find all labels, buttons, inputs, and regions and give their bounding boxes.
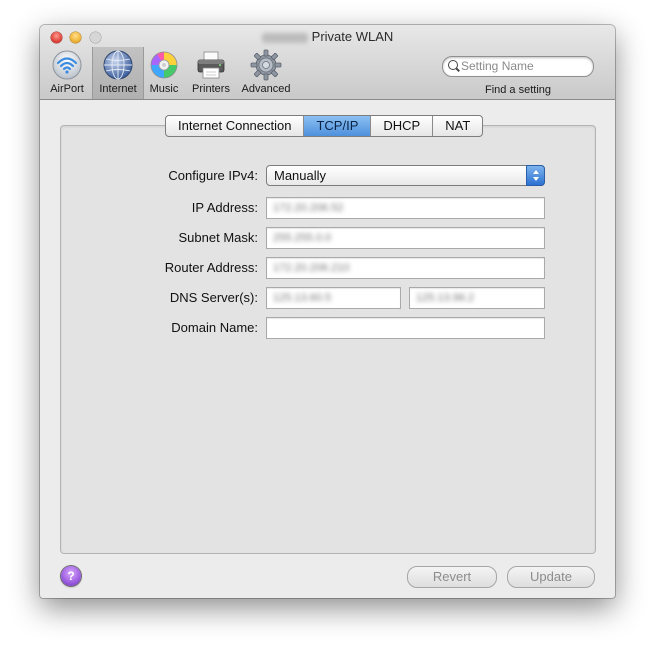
setting-search-field[interactable] [442,56,594,77]
blurred-owner-name [261,32,308,43]
dns-server-value-1: 125.13.60.5 [273,292,332,304]
tab-bar: Internet Connection TCP/IP DHCP NAT [165,115,484,137]
window-title: Private WLAN [311,29,394,44]
router-address-label: Router Address: [164,260,258,275]
tab-internet-connection[interactable]: Internet Connection [166,116,303,136]
tcpip-panel [60,125,596,554]
toolbar-item-airport[interactable]: AirPort [46,49,88,97]
ip-address-row: IP Address: 172.20.206.52 [40,197,615,219]
settings-window: Private WLAN AirPort Internet Music Prin… [40,25,615,598]
toolbar-item-label: Advanced [241,83,291,95]
ip-address-field[interactable]: 172.20.206.52 [266,197,545,219]
dns-server-field-2[interactable]: 125.13.96.2 [409,287,545,309]
toolbar-item-label: AirPort [50,83,84,95]
printer-icon [197,51,225,79]
toolbar-item-advanced[interactable]: Advanced [238,49,294,97]
subnet-mask-label: Subnet Mask: [178,230,259,245]
subnet-mask-field[interactable]: 255.255.0.0 [266,227,545,249]
router-address-field[interactable]: 172.20.206.210 [266,257,545,279]
ip-address-value: 172.20.206.52 [273,202,344,214]
internet-globe-icon [103,50,133,80]
update-button[interactable]: Update [507,566,595,588]
configure-ipv4-select[interactable]: Manually [266,165,545,186]
tab-nat[interactable]: NAT [432,116,482,136]
ip-address-label: IP Address: [191,200,258,215]
configure-ipv4-value: Manually [274,168,327,183]
find-setting-label: Find a setting [484,84,552,96]
search-input[interactable] [461,58,586,73]
toolbar-item-printers[interactable]: Printers [188,49,234,97]
search-icon [448,60,458,70]
dns-servers-row: DNS Server(s): 125.13.60.5 125.13.96.2 [40,287,615,309]
dns-server-value-2: 125.13.96.2 [416,292,475,304]
toolbar-item-label: Printers [192,83,230,95]
chevron-updown-icon [526,165,545,186]
dns-server-field-1[interactable]: 125.13.60.5 [266,287,401,309]
airport-wifi-icon [52,50,82,80]
toolbar-item-label: Internet [99,83,137,95]
subnet-mask-row: Subnet Mask: 255.255.0.0 [40,227,615,249]
configure-ipv4-row: Configure IPv4: Manually [40,165,615,187]
domain-name-label: Domain Name: [171,320,258,335]
domain-name-field[interactable] [266,317,545,339]
help-button[interactable]: ? [61,566,81,586]
router-address-value: 172.20.206.210 [273,262,350,274]
router-address-row: Router Address: 172.20.206.210 [40,257,615,279]
tab-dhcp[interactable]: DHCP [370,116,432,136]
subnet-mask-value: 255.255.0.0 [273,232,332,244]
tab-tcpip[interactable]: TCP/IP [303,116,371,136]
window-title-bar: Private WLAN [40,29,615,44]
domain-name-row: Domain Name: [40,317,615,339]
gear-icon [250,49,282,81]
revert-button[interactable]: Revert [407,566,497,588]
configure-ipv4-label: Configure IPv4: [168,168,258,183]
toolbar-item-music[interactable]: Music [144,49,184,97]
dns-servers-label: DNS Server(s): [169,290,258,305]
music-disc-icon [150,51,178,79]
toolbar-item-internet[interactable]: Internet [92,47,144,99]
toolbar-item-label: Music [149,83,179,95]
toolbar: Private WLAN AirPort Internet Music Prin… [40,25,615,100]
